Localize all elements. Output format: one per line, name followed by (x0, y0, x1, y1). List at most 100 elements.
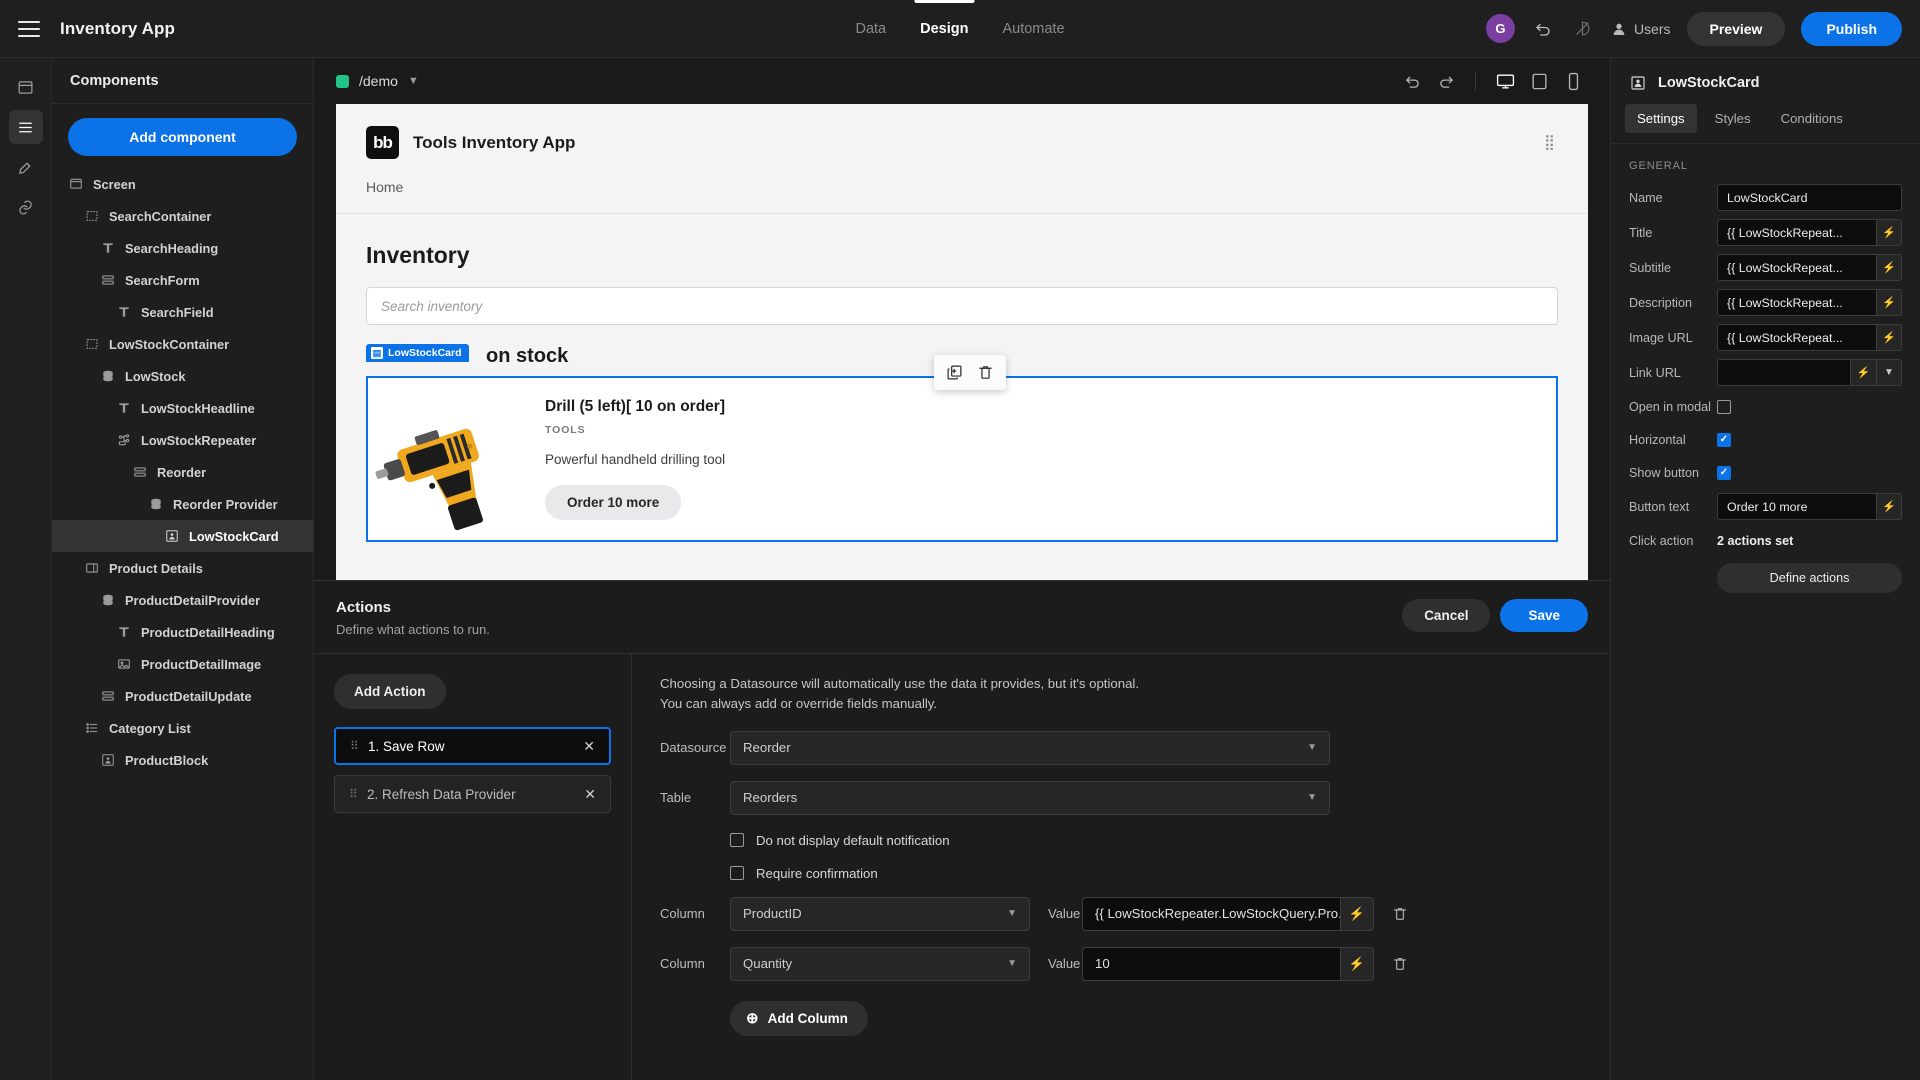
settings-label-link-url: Link URL (1629, 365, 1681, 380)
undo-icon[interactable] (1531, 17, 1555, 41)
column-select-quantity[interactable]: Quantity ▼ (730, 946, 1030, 981)
tree-item-reorder[interactable]: Reorder (52, 456, 313, 488)
screens-icon[interactable] (9, 70, 43, 104)
links-icon[interactable] (9, 190, 43, 224)
tree-item-productblock[interactable]: ProductBlock (52, 744, 313, 776)
binding-lightning-icon[interactable]: ⚡ (1876, 219, 1902, 246)
value-input-quantity[interactable]: 10 (1082, 946, 1340, 981)
column-select-productid[interactable]: ProductID ▼ (730, 896, 1030, 931)
low-stock-card[interactable]: Drill (5 left)[ 10 on order] TOOLS Power… (366, 376, 1558, 542)
preview-nav-home[interactable]: Home (366, 179, 403, 195)
tab-styles[interactable]: Styles (1703, 104, 1763, 133)
tree-item-lowstockrepeater[interactable]: LowStockRepeater (52, 424, 313, 456)
delete-column-icon[interactable] (1392, 956, 1408, 972)
main-body: Components Add component Screen SearchCon… (0, 58, 1920, 1080)
tree-item-lowstockcontainer[interactable]: LowStockContainer (52, 328, 313, 360)
settings-checkbox-open-in-modal[interactable] (1717, 399, 1731, 414)
theme-paint-icon[interactable] (9, 150, 43, 184)
settings-input-title[interactable]: {{ LowStockRepeat... (1717, 219, 1876, 246)
tree-item-productdetailheading[interactable]: ProductDetailHeading (52, 616, 313, 648)
remove-action-icon[interactable]: ✕ (584, 786, 596, 803)
binding-lightning-icon[interactable]: ⚡ (1850, 359, 1876, 386)
settings-input-name[interactable]: LowStockCard (1717, 184, 1902, 211)
delete-icon[interactable] (977, 364, 994, 381)
binding-lightning-icon[interactable]: ⚡ (1876, 493, 1902, 520)
save-button[interactable]: Save (1500, 599, 1588, 632)
hamburger-icon[interactable] (18, 20, 40, 37)
require-confirmation-row[interactable]: Require confirmation (730, 866, 1582, 881)
canvas-redo-icon[interactable] (1431, 66, 1461, 96)
preview-app-header: bb Tools Inventory App ⣿ (336, 104, 1588, 159)
tree-item-label: SearchForm (125, 272, 200, 288)
tree-item-searchcontainer[interactable]: SearchContainer (52, 200, 313, 232)
value-field-wrap: 10 ⚡ (1082, 946, 1374, 981)
binding-lightning-icon[interactable]: ⚡ (1876, 254, 1902, 281)
binding-lightning-icon[interactable]: ⚡ (1876, 289, 1902, 316)
tab-settings[interactable]: Settings (1625, 104, 1697, 133)
settings-input-description[interactable]: {{ LowStockRepeat... (1717, 289, 1876, 316)
settings-checkbox-show-button[interactable]: ✓ (1717, 465, 1731, 480)
tree-item-category-list[interactable]: Category List (52, 712, 313, 744)
tree-item-screen[interactable]: Screen (52, 168, 313, 200)
tree-item-product-details[interactable]: Product Details (52, 552, 313, 584)
tab-conditions[interactable]: Conditions (1769, 104, 1855, 133)
settings-checkbox-horizontal[interactable]: ✓ (1717, 432, 1731, 447)
action-item-save-row[interactable]: ⠿ 1. Save Row ✕ (334, 727, 611, 765)
add-column-button[interactable]: ⊕ Add Column (730, 1000, 868, 1036)
tree-item-lowstockcard[interactable]: LowStockCard (52, 520, 313, 552)
tree-item-productdetailupdate[interactable]: ProductDetailUpdate (52, 680, 313, 712)
tree-item-productdetailimage[interactable]: ProductDetailImage (52, 648, 313, 680)
drag-handle-icon[interactable]: ⠿ (350, 740, 359, 752)
duplicate-icon[interactable] (946, 364, 963, 381)
order-more-button[interactable]: Order 10 more (545, 485, 682, 520)
binding-lightning-icon[interactable]: ⚡ (1340, 896, 1374, 931)
tab-design[interactable]: Design (914, 0, 975, 58)
publish-button[interactable]: Publish (1801, 11, 1902, 46)
tree-item-searchfield[interactable]: SearchField (52, 296, 313, 328)
route-selector[interactable]: /demo ▼ (336, 73, 419, 89)
selected-component-badge[interactable]: ▤ LowStockCard (366, 344, 469, 362)
device-desktop-icon[interactable] (1490, 66, 1520, 96)
binding-lightning-icon[interactable]: ⚡ (1340, 946, 1374, 981)
settings-input-subtitle[interactable]: {{ LowStockRepeat... (1717, 254, 1876, 281)
avatar[interactable]: G (1485, 14, 1515, 43)
add-component-button[interactable]: Add component (68, 118, 297, 156)
grid-menu-icon[interactable]: ⣿ (1544, 135, 1558, 150)
drag-handle-icon[interactable]: ⠿ (349, 788, 358, 800)
users-button[interactable]: Users (1611, 21, 1671, 37)
require-confirmation-checkbox[interactable] (730, 866, 744, 881)
action-item-refresh-data-provider[interactable]: ⠿ 2. Refresh Data Provider ✕ (334, 775, 611, 813)
tree-item-reorder-provider[interactable]: Reorder Provider (52, 488, 313, 520)
settings-row-button-text: Button text Order 10 more ⚡ (1611, 489, 1920, 524)
theme-icon[interactable] (1571, 17, 1595, 41)
settings-input-image-url[interactable]: {{ LowStockRepeat... (1717, 324, 1876, 351)
device-tablet-icon[interactable] (1524, 66, 1554, 96)
add-action-button[interactable]: Add Action (334, 674, 446, 709)
settings-input-link-url[interactable] (1717, 359, 1850, 386)
define-actions-button[interactable]: Define actions (1717, 563, 1902, 593)
datasource-select[interactable]: Reorder ▼ (730, 730, 1330, 765)
tree-item-searchheading[interactable]: SearchHeading (52, 232, 313, 264)
settings-control-title: {{ LowStockRepeat... ⚡ (1717, 219, 1902, 246)
tree-item-searchform[interactable]: SearchForm (52, 264, 313, 296)
settings-input-button-text[interactable]: Order 10 more (1717, 493, 1876, 520)
components-icon[interactable] (8, 110, 43, 144)
cancel-button[interactable]: Cancel (1402, 599, 1491, 632)
table-select[interactable]: Reorders ▼ (730, 780, 1330, 815)
no-notification-row[interactable]: Do not display default notification (730, 833, 1582, 848)
tree-item-lowstock[interactable]: LowStock (52, 360, 313, 392)
tab-automate[interactable]: Automate (1002, 0, 1064, 58)
tree-item-productdetailprovider[interactable]: ProductDetailProvider (52, 584, 313, 616)
device-mobile-icon[interactable] (1558, 66, 1588, 96)
preview-button[interactable]: Preview (1686, 11, 1786, 46)
tab-data[interactable]: Data (855, 0, 886, 58)
search-input[interactable]: Search inventory (366, 287, 1558, 325)
remove-action-icon[interactable]: ✕ (583, 738, 595, 755)
chevron-down-icon[interactable]: ▼ (1876, 359, 1902, 386)
no-notification-checkbox[interactable] (730, 833, 744, 848)
delete-column-icon[interactable] (1392, 906, 1408, 922)
tree-item-lowstockheadline[interactable]: LowStockHeadline (52, 392, 313, 424)
binding-lightning-icon[interactable]: ⚡ (1876, 324, 1902, 351)
canvas-undo-icon[interactable] (1397, 66, 1427, 96)
value-input-productid[interactable]: {{ LowStockRepeater.LowStockQuery.Pro... (1082, 896, 1340, 931)
